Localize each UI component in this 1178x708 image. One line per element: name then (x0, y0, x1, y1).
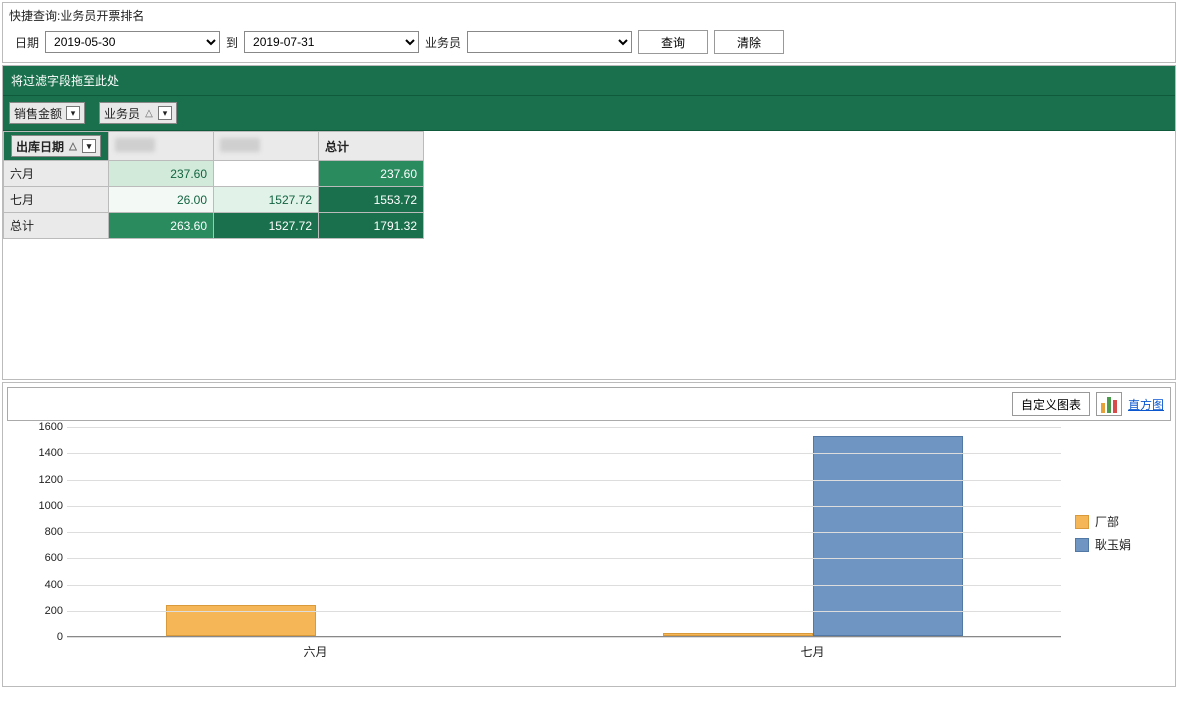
pivot-cell: 1553.72 (319, 187, 424, 213)
chart-panel: 自定义图表 直方图 02004006008001000120014001600 … (2, 382, 1176, 687)
sort-asc-icon: △ (144, 108, 154, 119)
query-panel: 快捷查询:业务员开票排名 日期 2019-05-30 到 2019-07-31 … (2, 2, 1176, 63)
chart-legend: 厂部耿玉娟 (1075, 507, 1165, 559)
query-row: 日期 2019-05-30 到 2019-07-31 业务员 查询 清除 (7, 30, 1171, 54)
column-chip-label: 业务员 (104, 105, 140, 122)
pivot-row-header-total[interactable]: 总计 (4, 213, 109, 239)
chart-x-axis: 六月七月 (67, 643, 1061, 660)
chart-toolbar: 自定义图表 直方图 (7, 387, 1171, 421)
filter-drop-area[interactable]: 将过滤字段拖至此处 (3, 66, 1175, 96)
chart-plot (67, 427, 1061, 637)
date-to-select[interactable]: 2019-07-31 (244, 31, 419, 53)
agent-label: 业务员 (425, 34, 461, 51)
pivot-cell: 1791.32 (319, 213, 424, 239)
y-tick-label: 1000 (17, 500, 63, 512)
dropdown-icon[interactable]: ▾ (82, 139, 96, 153)
legend-label: 厂部 (1095, 513, 1119, 530)
x-tick-label: 六月 (67, 643, 564, 660)
pivot-cell (214, 161, 319, 187)
y-tick-label: 200 (17, 605, 63, 617)
row-chip-label: 出库日期 (16, 138, 64, 155)
pivot-col-header-1[interactable] (109, 132, 214, 161)
chart-area: 02004006008001000120014001600 六月七月 厂部耿玉娟 (7, 427, 1171, 677)
customize-chart-button[interactable]: 自定义图表 (1012, 392, 1090, 416)
y-tick-label: 1200 (17, 474, 63, 486)
query-title: 快捷查询:业务员开票排名 (7, 5, 1171, 30)
bar-chart-icon[interactable] (1096, 392, 1122, 416)
pivot-row-header[interactable]: 七月 (4, 187, 109, 213)
legend-item[interactable]: 厂部 (1075, 513, 1165, 530)
pivot-panel: 将过滤字段拖至此处 销售金额 ▾ 业务员 △ ▾ 出库日期 △ ▾ (2, 65, 1176, 380)
chart-bar[interactable] (813, 436, 963, 637)
clear-button[interactable]: 清除 (714, 30, 784, 54)
pivot-col-header-total[interactable]: 总计 (319, 132, 424, 161)
pivot-cell: 263.60 (109, 213, 214, 239)
pivot-table: 出库日期 △ ▾ 总计 六月 237.60 237.60 七月 26.00 15… (3, 131, 424, 239)
y-tick-label: 600 (17, 552, 63, 564)
measure-chip-label: 销售金额 (14, 105, 62, 122)
legend-swatch (1075, 538, 1089, 552)
query-button[interactable]: 查询 (638, 30, 708, 54)
pivot-cell: 1527.72 (214, 213, 319, 239)
pivot-row-header[interactable]: 六月 (4, 161, 109, 187)
pivot-col-header-2[interactable] (214, 132, 319, 161)
dropdown-icon[interactable]: ▾ (66, 106, 80, 120)
y-tick-label: 800 (17, 526, 63, 538)
chart-bar[interactable] (663, 633, 813, 636)
table-row: 七月 26.00 1527.72 1553.72 (4, 187, 424, 213)
date-from-select[interactable]: 2019-05-30 (45, 31, 220, 53)
x-tick-label: 七月 (564, 643, 1061, 660)
y-tick-label: 400 (17, 579, 63, 591)
sort-asc-icon: △ (68, 141, 78, 152)
table-row: 六月 237.60 237.60 (4, 161, 424, 187)
pivot-cell: 26.00 (109, 187, 214, 213)
legend-swatch (1075, 515, 1089, 529)
legend-item[interactable]: 耿玉娟 (1075, 536, 1165, 553)
row-chip[interactable]: 出库日期 △ ▾ (11, 135, 101, 157)
pivot-cell: 237.60 (109, 161, 214, 187)
y-tick-label: 1400 (17, 447, 63, 459)
y-tick-label: 1600 (17, 421, 63, 433)
row-chip-cell: 出库日期 △ ▾ (4, 132, 109, 161)
pivot-header-area: 销售金额 ▾ 业务员 △ ▾ (3, 96, 1175, 131)
y-tick-label: 0 (17, 631, 63, 643)
measure-chip[interactable]: 销售金额 ▾ (9, 102, 85, 124)
legend-label: 耿玉娟 (1095, 536, 1131, 553)
pivot-cell: 237.60 (319, 161, 424, 187)
dropdown-icon[interactable]: ▾ (158, 106, 172, 120)
column-chip[interactable]: 业务员 △ ▾ (99, 102, 177, 124)
chart-y-axis: 02004006008001000120014001600 (17, 427, 67, 637)
table-row-total: 总计 263.60 1527.72 1791.32 (4, 213, 424, 239)
chart-bar[interactable] (166, 605, 316, 636)
histogram-link[interactable]: 直方图 (1128, 396, 1164, 413)
pivot-cell: 1527.72 (214, 187, 319, 213)
date-to-label: 到 (226, 34, 238, 51)
date-from-label: 日期 (15, 34, 39, 51)
agent-select[interactable] (467, 31, 632, 53)
